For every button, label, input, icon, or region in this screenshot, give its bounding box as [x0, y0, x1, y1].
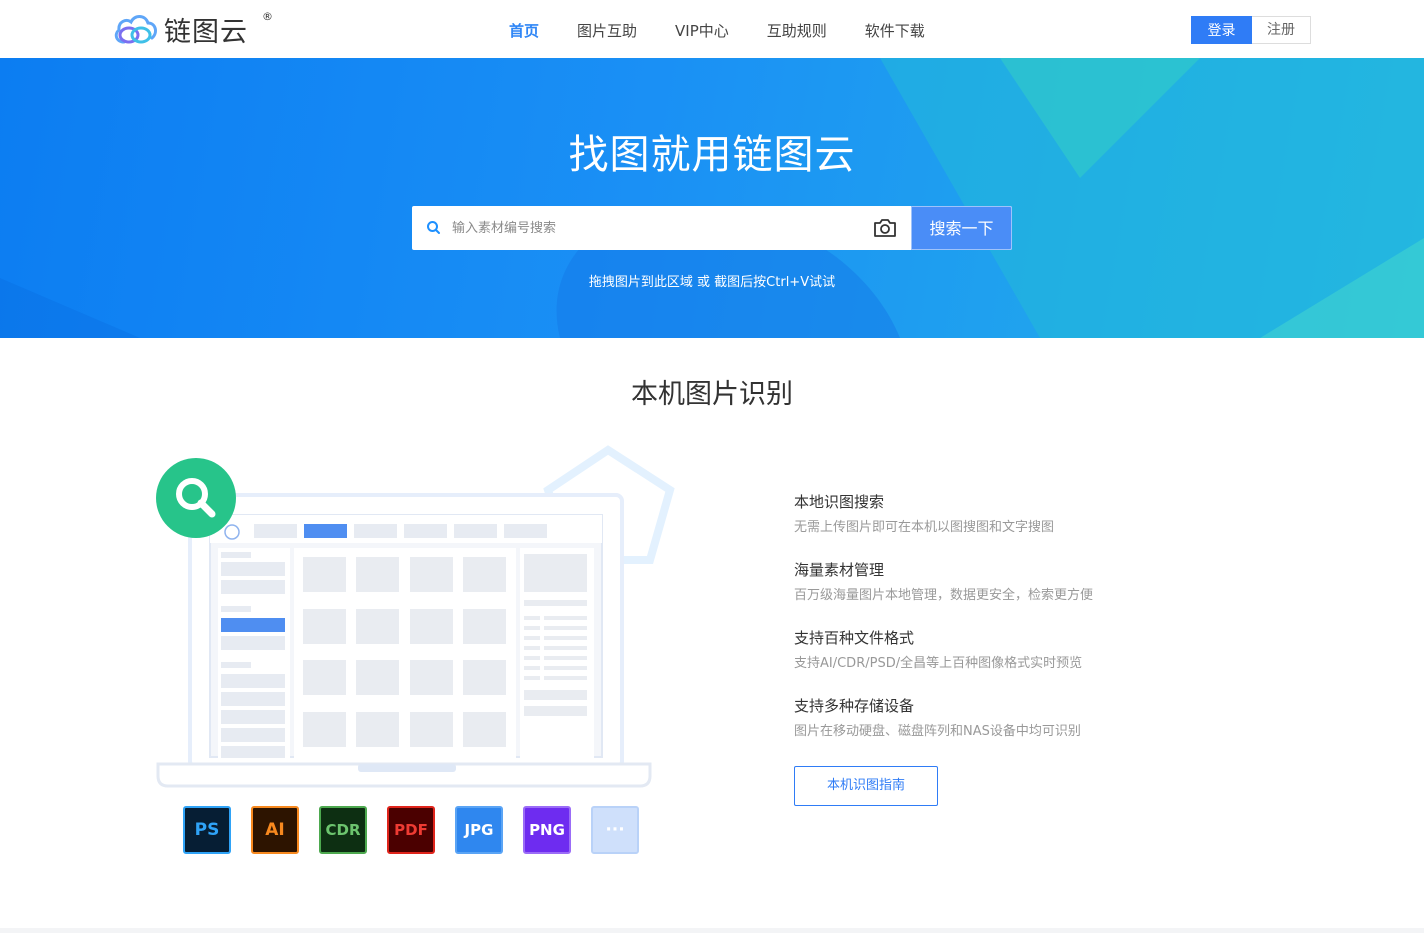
nav-home[interactable]: 首页	[490, 0, 558, 58]
nav-image-help[interactable]: 图片互助	[558, 0, 656, 58]
section-title: 本机图片识别	[631, 379, 793, 410]
main-nav: 首页 图片互助 VIP中心 互助规则 软件下载	[490, 0, 944, 58]
feature-desc: 支持AI/CDR/PSD/全昌等上百种图像格式实时预览	[794, 656, 1083, 671]
section-divider	[0, 928, 1424, 933]
registered-mark: ®	[262, 10, 273, 23]
search-icon	[427, 221, 440, 234]
feature-title: 支持多种存储设备	[794, 697, 915, 715]
feature-title: 支持百种文件格式	[794, 629, 915, 647]
feature-item: 海量素材管理 百万级海量图片本地管理，数据更安全，检索更方便	[794, 560, 1214, 628]
nav-software-download[interactable]: 软件下载	[846, 0, 944, 58]
feature-item: 支持百种文件格式 支持AI/CDR/PSD/全昌等上百种图像格式实时预览	[794, 628, 1214, 696]
more-formats-icon: ···	[591, 806, 639, 854]
register-button[interactable]: 注册	[1252, 16, 1311, 44]
jpg-format-icon: JPG	[455, 806, 503, 854]
nav-vip-center[interactable]: VIP中心	[656, 0, 748, 58]
local-recognition-guide-button[interactable]: 本机识图指南	[794, 766, 938, 806]
feature-item: 支持多种存储设备 图片在移动硬盘、磁盘阵列和NAS设备中均可识别	[794, 696, 1214, 764]
feature-title: 本地识图搜索	[794, 493, 885, 511]
magnifier-badge-icon	[156, 458, 236, 538]
feature-desc: 无需上传图片即可在本机以图搜图和文字搜图	[794, 520, 1055, 535]
search-bar: 搜索一下	[412, 206, 1012, 250]
drag-hint: 拖拽图片到此区域 或 截图后按Ctrl+V试试	[588, 275, 836, 290]
hero-title: 找图就用链图云	[568, 132, 856, 178]
pdf-format-icon: PDF	[387, 806, 435, 854]
ai-format-icon: AI	[251, 806, 299, 854]
laptop-illustration	[156, 445, 675, 788]
auth-buttons: 登录 注册	[1191, 16, 1311, 44]
feature-desc: 百万级海量图片本地管理，数据更安全，检索更方便	[794, 588, 1094, 603]
camera-icon[interactable]	[872, 216, 898, 240]
logo[interactable]: 链图云 ®	[112, 10, 273, 48]
feature-desc: 图片在移动硬盘、磁盘阵列和NAS设备中均可识别	[794, 724, 1081, 739]
feature-list: 本地识图搜索 无需上传图片即可在本机以图搜图和文字搜图 海量素材管理 百万级海量…	[794, 492, 1214, 764]
ps-format-icon: PS	[183, 806, 231, 854]
cloud-logo-icon	[114, 15, 157, 44]
nav-help-rules[interactable]: 互助规则	[748, 0, 846, 58]
feature-item: 本地识图搜索 无需上传图片即可在本机以图搜图和文字搜图	[794, 492, 1214, 560]
search-input[interactable]	[452, 206, 862, 250]
feature-title: 海量素材管理	[794, 561, 885, 579]
logo-text: 链图云	[164, 16, 248, 48]
hero-banner[interactable]: 找图就用链图云 搜索一下 拖拽图片到此区域 或 截图后按Ctrl+V试试	[0, 58, 1424, 338]
hero-background-shapes	[0, 58, 1424, 338]
cdr-format-icon: CDR	[319, 806, 367, 854]
top-header: 链图云 ® 首页 图片互助 VIP中心 互助规则 软件下载 登录 注册	[0, 0, 1424, 58]
login-button[interactable]: 登录	[1191, 16, 1252, 44]
format-icons: PS AI CDR PDF JPG PNG ···	[183, 806, 659, 854]
png-format-icon: PNG	[523, 806, 571, 854]
search-button[interactable]: 搜索一下	[911, 206, 1012, 250]
